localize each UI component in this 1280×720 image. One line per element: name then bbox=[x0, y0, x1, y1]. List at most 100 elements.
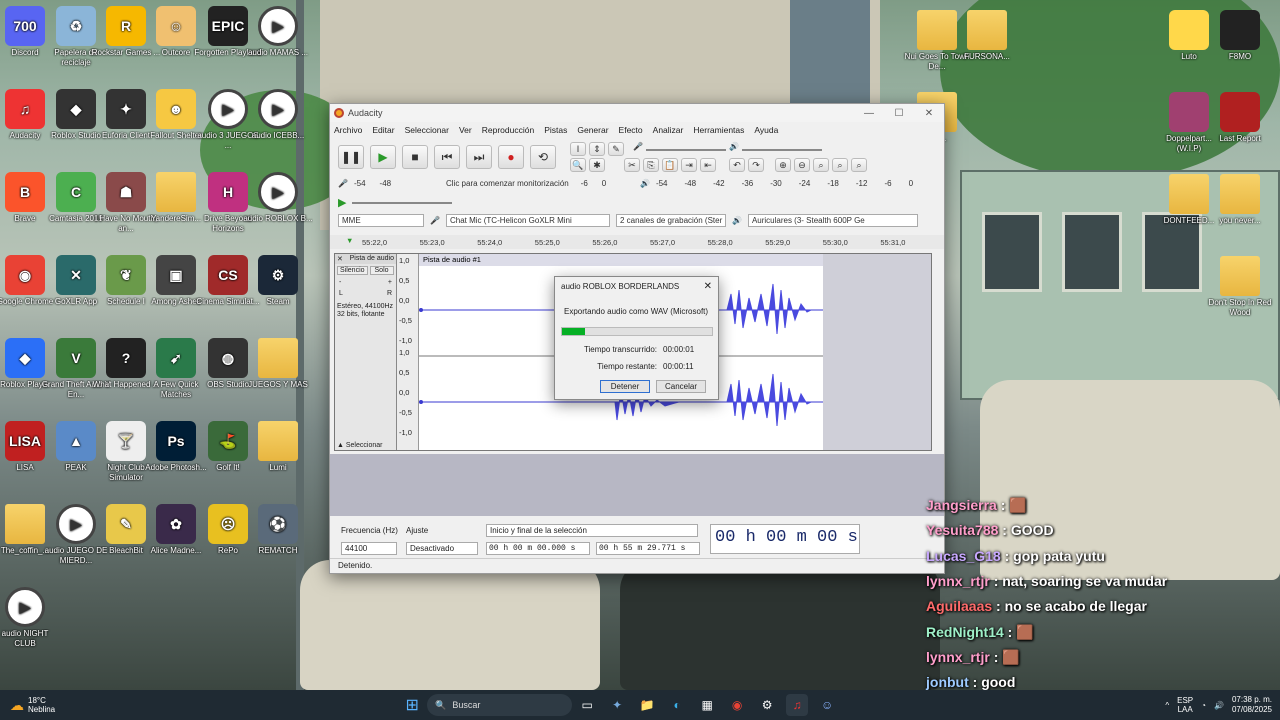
discord-taskbar-icon[interactable]: ☺ bbox=[816, 694, 838, 716]
trim-icon[interactable]: ⇥ bbox=[681, 158, 697, 172]
track-select-button[interactable]: ▲ Seleccionar bbox=[337, 442, 382, 449]
menu-editar[interactable]: Editar bbox=[372, 125, 394, 135]
desktop-icon[interactable]: ▶ audio NIGHT CLUB bbox=[0, 587, 60, 649]
language-indicator[interactable]: ESP LAA bbox=[1177, 696, 1193, 714]
selection-start-time[interactable]: 00 h 00 m 00.000 s bbox=[486, 542, 590, 555]
desktop-icon[interactable]: ▶ audio ROBLOX B... bbox=[243, 172, 313, 224]
zoom-out-icon[interactable]: ⊖ bbox=[794, 158, 810, 172]
chat-username[interactable]: Jangsierra bbox=[926, 497, 997, 513]
track-close-icon[interactable]: ✕ bbox=[337, 255, 343, 263]
desktop-icon[interactable]: Don't Stop In Red Wood bbox=[1205, 256, 1275, 318]
fit-selection-icon[interactable]: ⌕ bbox=[813, 158, 829, 172]
cut-icon[interactable]: ✂ bbox=[624, 158, 640, 172]
chat-username[interactable]: Yesuita788 bbox=[926, 522, 998, 538]
speed-slider[interactable] bbox=[352, 201, 453, 204]
cancel-export-button[interactable]: Cancelar bbox=[656, 380, 706, 393]
edge-icon[interactable]: ◐ bbox=[666, 694, 688, 716]
chat-username[interactable]: jonbut bbox=[926, 674, 969, 690]
mute-button[interactable]: Silencio bbox=[337, 266, 368, 275]
loop-button[interactable]: ⟲ bbox=[530, 145, 556, 169]
store-icon[interactable]: ▦ bbox=[696, 694, 718, 716]
redo-icon[interactable]: ↷ bbox=[748, 158, 764, 172]
menu-herramientas[interactable]: Herramientas bbox=[693, 125, 744, 135]
desktop-icon[interactable]: 📁 JUEGOS Y MAS bbox=[243, 338, 313, 390]
chat-username[interactable]: lynnx_rtjr bbox=[926, 649, 990, 665]
empty-track-area[interactable] bbox=[823, 254, 931, 450]
search-box[interactable]: 🔍 Buscar bbox=[427, 694, 573, 716]
maximize-icon[interactable]: ☐ bbox=[884, 108, 914, 119]
desktop-icon[interactable]: Last Report bbox=[1205, 92, 1275, 144]
task-view-icon[interactable]: ▭ bbox=[576, 694, 598, 716]
project-rate-select[interactable]: 44100 bbox=[341, 542, 397, 555]
file-explorer-icon[interactable]: 📁 bbox=[636, 694, 658, 716]
selection-end-time[interactable]: 00 h 55 m 29.771 s bbox=[596, 542, 700, 555]
empty-project-area[interactable] bbox=[330, 454, 944, 516]
chat-username[interactable]: Aguilaaas bbox=[926, 598, 992, 614]
zoom-toggle-icon[interactable]: ⌕ bbox=[851, 158, 867, 172]
undo-icon[interactable]: ↶ bbox=[729, 158, 745, 172]
fit-project-icon[interactable]: ⌕ bbox=[832, 158, 848, 172]
export-progress-dialog[interactable]: audio ROBLOX BORDERLANDS ✕ Exportando au… bbox=[554, 276, 719, 400]
pan-slider[interactable]: LR bbox=[335, 288, 396, 299]
skip-start-button[interactable]: ⏮ bbox=[434, 145, 460, 169]
selection-mode-select[interactable]: Inicio y final de la selección bbox=[486, 524, 698, 537]
rec-volume-slider[interactable] bbox=[645, 149, 726, 151]
play-device-select[interactable]: Auriculares (3- Stealth 600P Ge bbox=[747, 214, 918, 227]
desktop-icon[interactable]: F8MO bbox=[1205, 10, 1275, 62]
menu-archivo[interactable]: Archivo bbox=[334, 125, 362, 135]
wifi-icon[interactable]: ◔ bbox=[1201, 701, 1206, 710]
tray-chevron-icon[interactable]: ^ bbox=[1165, 701, 1169, 710]
chrome-taskbar-icon[interactable]: ◉ bbox=[726, 694, 748, 716]
desktop-icon[interactable]: ⚙ Steam bbox=[243, 255, 313, 307]
dialog-title-bar[interactable]: audio ROBLOX BORDERLANDS ✕ bbox=[555, 277, 718, 295]
play-meter[interactable]: -54 -48 -42 -36 -30 -24 -18 -12 -6 0 bbox=[656, 179, 913, 188]
minimize-icon[interactable]: — bbox=[854, 108, 884, 119]
time-display[interactable]: 00 h 00 m 00 s bbox=[710, 524, 860, 554]
dialog-close-icon[interactable]: ✕ bbox=[704, 281, 712, 292]
selection-tool-icon[interactable]: I bbox=[570, 142, 586, 156]
gain-slider[interactable]: - + bbox=[335, 277, 396, 288]
copy-icon[interactable]: ⎘ bbox=[643, 158, 659, 172]
play-at-speed-icon[interactable]: ▶ bbox=[338, 196, 346, 209]
zoom-in-icon[interactable]: ⊕ bbox=[775, 158, 791, 172]
desktop-icon[interactable]: ▶ audio ICEBB... bbox=[243, 89, 313, 141]
monitor-hint[interactable]: Clic para comenzar monitorización bbox=[442, 179, 573, 188]
envelope-tool-icon[interactable]: ⇕ bbox=[589, 142, 605, 156]
menu-analizar[interactable]: Analizar bbox=[653, 125, 684, 135]
audacity-taskbar-icon[interactable]: ♫ bbox=[786, 694, 809, 716]
host-select[interactable]: MME bbox=[338, 214, 424, 227]
play-volume-slider[interactable] bbox=[741, 149, 822, 151]
desktop-icon[interactable]: ⚽ REMATCH bbox=[243, 504, 313, 556]
multi-tool-icon[interactable]: ✱ bbox=[589, 158, 605, 172]
zoom-tool-icon[interactable]: 🔍 bbox=[570, 158, 586, 172]
timeline-ruler[interactable]: ▼ 55:22,0 55:23,0 55:24,0 55:25,0 55:26,0 55:… bbox=[330, 235, 944, 249]
desktop-icon[interactable]: you never... bbox=[1205, 174, 1275, 226]
solo-button[interactable]: Solo bbox=[369, 266, 394, 275]
close-icon[interactable]: ✕ bbox=[914, 108, 944, 119]
rec-device-select[interactable]: Chat Mic (TC-Helicon GoXLR Mini bbox=[445, 214, 610, 227]
clock[interactable]: 07:38 p. m. 07/08/2025 bbox=[1232, 695, 1272, 715]
menu-ver[interactable]: Ver bbox=[459, 125, 472, 135]
menu-reproducción[interactable]: Reproducción bbox=[482, 125, 534, 135]
copilot-icon[interactable]: ✦ bbox=[606, 694, 628, 716]
amplitude-scale[interactable]: 1,0 0,5 0,0 -0,5 -1,0 1,0 0,5 0,0 -0,5 -1,0 bbox=[397, 254, 419, 450]
menu-seleccionar[interactable]: Seleccionar bbox=[405, 125, 449, 135]
play-button[interactable]: ▶ bbox=[370, 145, 396, 169]
stop-export-button[interactable]: Detener bbox=[600, 380, 650, 393]
menu-efecto[interactable]: Efecto bbox=[619, 125, 643, 135]
snap-select[interactable]: Desactivado bbox=[406, 542, 478, 555]
chat-username[interactable]: lynnx_rtjr bbox=[926, 573, 990, 589]
paste-icon[interactable]: 📋 bbox=[662, 158, 678, 172]
channels-select[interactable]: 2 canales de grabación (Ster bbox=[615, 214, 726, 227]
volume-icon[interactable]: 🔊 bbox=[1214, 701, 1224, 710]
pause-button[interactable]: ❚❚ bbox=[338, 145, 364, 169]
skip-end-button[interactable]: ⏭ bbox=[466, 145, 492, 169]
weather-widget[interactable]: ☁ 18°C Neblina bbox=[10, 696, 55, 714]
menu-ayuda[interactable]: Ayuda bbox=[754, 125, 778, 135]
draw-tool-icon[interactable]: ✎ bbox=[608, 142, 624, 156]
start-icon[interactable]: ⊞ bbox=[401, 694, 423, 716]
timeline-play-icon[interactable]: ▼ bbox=[346, 236, 353, 245]
chat-username[interactable]: RedNight14 bbox=[926, 624, 1004, 640]
title-bar[interactable]: Audacity — ☐ ✕ bbox=[330, 104, 944, 122]
desktop-icon[interactable]: 📁 Lumi bbox=[243, 421, 313, 473]
